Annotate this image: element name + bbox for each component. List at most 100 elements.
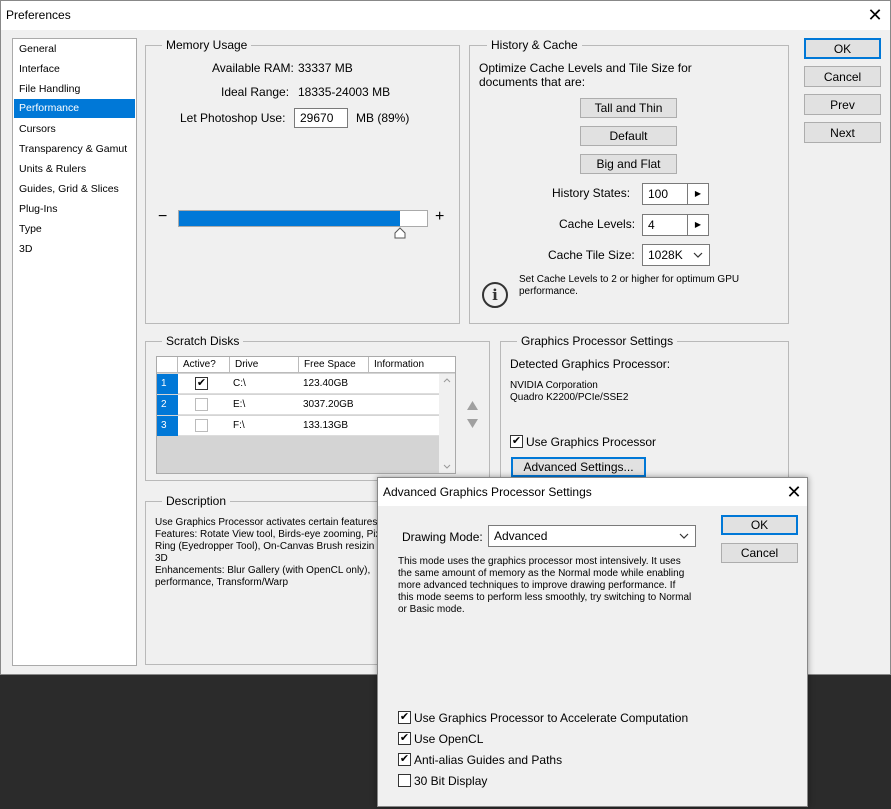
cache-levels-input[interactable]: 4	[642, 214, 688, 236]
move-down-icon[interactable]	[467, 419, 478, 428]
gpu-cache-note: Set Cache Levels to 2 or higher for opti…	[519, 274, 740, 297]
move-up-icon[interactable]	[467, 401, 478, 410]
cache-levels-label: Cache Levels:	[559, 217, 636, 231]
scratch-disks-title: Scratch Disks	[162, 334, 244, 348]
free-space-cell: 123.40GB	[303, 378, 349, 389]
preferences-nav: General Interface File Handling Performa…	[12, 38, 137, 666]
use-gpu-label[interactable]: Use Graphics Processor	[526, 435, 656, 449]
info-icon: i	[482, 282, 508, 308]
history-states-arrow-icon[interactable]: ▶	[687, 183, 709, 205]
history-cache-title: History & Cache	[487, 38, 582, 52]
gpu-settings-title: Graphics Processor Settings	[517, 334, 678, 348]
description-title: Description	[162, 494, 231, 508]
window-title: Preferences	[6, 8, 71, 22]
table-header-information[interactable]: Information	[369, 357, 455, 373]
anti-alias-checkbox[interactable]: ✔	[398, 753, 411, 766]
ideal-range-label: Ideal Range:	[221, 85, 290, 99]
memory-slider-thumb[interactable]	[394, 227, 406, 239]
active-checkbox[interactable]	[195, 398, 208, 411]
nav-item-file-handling[interactable]: File Handling	[14, 80, 135, 99]
prev-button[interactable]: Prev	[804, 94, 881, 115]
memory-use-input[interactable]: 29670	[294, 108, 348, 128]
description-line: Features: Rotate View tool, Birds-eye zo…	[155, 529, 380, 540]
next-button[interactable]: Next	[804, 122, 881, 143]
row-number: 2	[157, 395, 178, 415]
tall-and-thin-button[interactable]: Tall and Thin	[580, 98, 677, 118]
memory-usage-title: Memory Usage	[162, 38, 252, 52]
close-icon[interactable]: ✕	[865, 5, 885, 25]
nav-item-interface[interactable]: Interface	[14, 60, 135, 79]
big-and-flat-button[interactable]: Big and Flat	[580, 154, 677, 174]
cache-tile-size-value: 1028K	[648, 248, 683, 262]
use-gpu-checkbox[interactable]: ✔	[510, 435, 523, 448]
nav-item-guides-grid-slices[interactable]: Guides, Grid & Slices	[14, 180, 135, 199]
table-header-active[interactable]: Active?	[178, 357, 230, 373]
dialog-title: Advanced Graphics Processor Settings	[383, 485, 592, 499]
nav-item-type[interactable]: Type	[14, 220, 135, 239]
table-row[interactable]: 1 ✔ C:\ 123.40GB	[157, 374, 439, 394]
description-line: Ring (Eyedropper Tool), On-Canvas Brush …	[155, 541, 375, 552]
drive-cell: E:\	[233, 399, 246, 410]
drive-cell: F:\	[233, 420, 245, 431]
photoshop-use-label: Let Photoshop Use:	[180, 111, 286, 125]
mode-desc-line: the same amount of memory as the Normal …	[398, 568, 685, 579]
scroll-down-icon[interactable]	[443, 464, 451, 469]
mode-desc-line: this mode seems to perform less smoothly…	[398, 592, 692, 603]
table-row[interactable]: 2 E:\ 3037.20GB	[157, 395, 439, 415]
description-text: Use Graphics Processor activates certain…	[155, 517, 380, 589]
cache-tile-size-label: Cache Tile Size:	[548, 248, 635, 262]
dialog-title-bar: Advanced Graphics Processor Settings ✕	[378, 478, 807, 506]
nav-item-3d[interactable]: 3D	[14, 240, 135, 259]
use-opencl-checkbox[interactable]: ✔	[398, 732, 411, 745]
title-bar: Preferences ✕	[1, 1, 890, 30]
nav-item-general[interactable]: General	[14, 40, 135, 59]
table-header-num	[157, 357, 178, 373]
drive-cell: C:\	[233, 378, 246, 389]
use-opencl-label[interactable]: Use OpenCL	[414, 732, 483, 746]
table-row[interactable]: 3 F:\ 133.13GB	[157, 416, 439, 436]
gpu-model: Quadro K2200/PCIe/SSE2	[510, 392, 629, 403]
nav-item-plug-ins[interactable]: Plug-Ins	[14, 200, 135, 219]
ok-button[interactable]: OK	[804, 38, 881, 59]
30-bit-display-label[interactable]: 30 Bit Display	[414, 774, 487, 788]
nav-item-units-rulers[interactable]: Units & Rulers	[14, 160, 135, 179]
accelerate-computation-label[interactable]: Use Graphics Processor to Accelerate Com…	[414, 711, 688, 725]
description-line: Enhancements: Blur Gallery (with OpenCL …	[155, 565, 371, 576]
active-checkbox[interactable]: ✔	[195, 377, 208, 390]
mode-desc-line: more advanced techniques to improve draw…	[398, 580, 676, 591]
nav-item-performance[interactable]: Performance	[14, 99, 135, 118]
memory-increase-icon[interactable]: +	[435, 209, 444, 225]
anti-alias-label[interactable]: Anti-alias Guides and Paths	[414, 753, 562, 767]
advanced-settings-button[interactable]: Advanced Settings...	[511, 457, 646, 477]
table-scrollbar[interactable]	[439, 374, 455, 473]
active-checkbox[interactable]	[195, 419, 208, 432]
dialog-cancel-button[interactable]: Cancel	[721, 543, 798, 563]
scratch-disks-table: Active? Drive Free Space Information 1 ✔…	[156, 356, 456, 474]
description-line: 3D	[155, 553, 168, 564]
dialog-ok-button[interactable]: OK	[721, 515, 798, 535]
cache-levels-arrow-icon[interactable]: ▶	[687, 214, 709, 236]
accelerate-computation-checkbox[interactable]: ✔	[398, 711, 411, 724]
default-button[interactable]: Default	[580, 126, 677, 146]
chevron-down-icon	[693, 252, 703, 258]
row-number: 1	[157, 374, 178, 394]
scroll-up-icon[interactable]	[443, 378, 451, 383]
history-cache-desc: Optimize Cache Levels and Tile Size for …	[479, 61, 692, 89]
drawing-mode-select[interactable]: Advanced	[488, 525, 696, 547]
cache-tile-size-select[interactable]: 1028K	[642, 244, 710, 266]
description-line: performance, Transform/Warp	[155, 577, 289, 588]
nav-item-cursors[interactable]: Cursors	[14, 120, 135, 139]
30-bit-display-checkbox[interactable]	[398, 774, 411, 787]
table-header-free-space[interactable]: Free Space	[299, 357, 369, 373]
table-header-drive[interactable]: Drive	[230, 357, 299, 373]
dialog-close-icon[interactable]: ✕	[784, 482, 804, 502]
nav-item-transparency-gamut[interactable]: Transparency & Gamut	[14, 140, 135, 159]
available-ram-label: Available RAM:	[212, 61, 294, 75]
memory-decrease-icon[interactable]: −	[158, 209, 167, 225]
history-states-input[interactable]: 100	[642, 183, 688, 205]
mode-desc-line: This mode uses the graphics processor mo…	[398, 556, 681, 567]
cancel-button[interactable]: Cancel	[804, 66, 881, 87]
memory-slider[interactable]	[178, 210, 428, 227]
mode-desc-line: or Basic mode.	[398, 604, 465, 615]
drawing-mode-description: This mode uses the graphics processor mo…	[398, 556, 708, 616]
